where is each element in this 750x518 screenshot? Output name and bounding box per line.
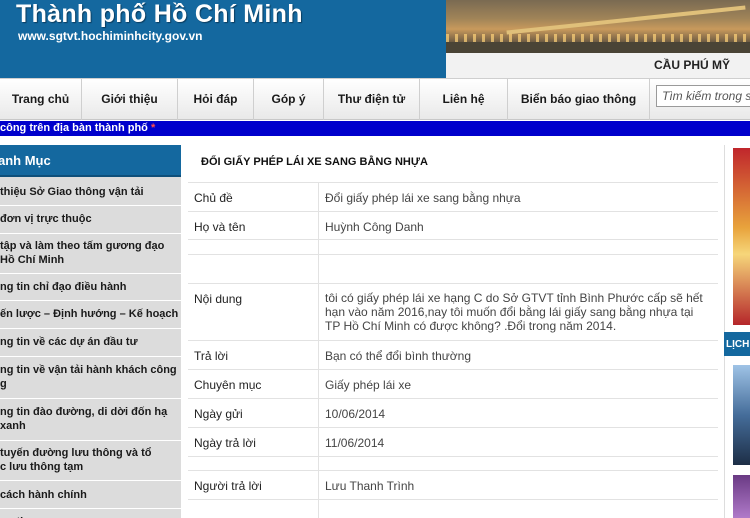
row-tra-loi: Trả lời Bạn có thể đổi bình thường <box>188 340 718 369</box>
news-thumbnail[interactable] <box>733 365 750 465</box>
row-separator <box>318 370 319 398</box>
row-ho-va-ten: Họ và tên Huỳnh Công Danh <box>188 211 718 239</box>
nav-gioi-thieu[interactable]: Giới thiệu <box>82 79 178 120</box>
row-empty-1 <box>188 239 718 254</box>
header-photo <box>446 0 750 53</box>
site-title[interactable]: Thành phố Hồ Chí Minh <box>16 0 303 29</box>
ticker-text[interactable]: công trên địa bàn thành phố * <box>0 122 155 134</box>
banner-thumbnail[interactable] <box>733 148 750 325</box>
news-thumbnail-2[interactable] <box>733 475 750 518</box>
ticker-headline: công trên địa bàn thành phố <box>0 122 148 134</box>
nav-hoi-dap[interactable]: Hỏi đáp <box>178 79 254 120</box>
question-title: ĐỔI GIẤY PHÉP LÁI XE SANG BẰNG NHỰA <box>201 156 428 168</box>
menu-item-hoc-tap-lam-theo[interactable]: tập và làm theo tấm gương đạo Hồ Chí Min… <box>0 234 181 274</box>
label-ngay-gui: Ngày gửi <box>194 407 243 421</box>
value-ngay-gui: 10/06/2014 <box>325 407 386 421</box>
row-ngay-tra-loi: Ngày trả lời 11/06/2014 <box>188 427 718 456</box>
ticker-star: * <box>150 122 156 134</box>
row-separator <box>318 428 319 456</box>
row-separator <box>318 183 319 211</box>
row-ngay-gui: Ngày gửi 10/06/2014 <box>188 398 718 427</box>
row-separator <box>318 284 319 340</box>
nav-thu-dien-tu[interactable]: Thư điện tử <box>324 79 420 120</box>
menu-item-dao-duong[interactable]: ng tin đào đường, di dời đốn hạ xanh <box>0 399 181 441</box>
value-tra-loi: Bạn có thể đổi bình thường <box>325 349 472 363</box>
category-menu: anh Mục thiệu Sở Giao thông vận tải đơn … <box>0 145 181 518</box>
value-nguoi-tra-loi: Lưu Thanh Trình <box>325 479 415 493</box>
nav-lien-he[interactable]: Liên hệ <box>420 79 508 120</box>
city-lights-graphic <box>446 34 750 42</box>
menu-title: anh Mục <box>0 153 51 168</box>
menu-item-chi-dao-dieu-hanh[interactable]: ng tin chỉ đạo điều hành <box>0 274 181 301</box>
nav-trang-chu[interactable]: Trang chủ <box>0 79 82 120</box>
site-url[interactable]: www.sgtvt.hochiminhcity.gov.vn <box>18 29 202 43</box>
row-noi-dung: Nội dung tôi có giấy phép lái xe hạng C … <box>188 283 718 340</box>
menu-item-don-vi-truc-thuoc[interactable]: đơn vị trực thuộc <box>0 206 181 234</box>
row-separator <box>318 471 319 499</box>
label-tra-loi: Trả lời <box>194 349 229 363</box>
row-nguoi-tra-loi: Người trả lời Lưu Thanh Trình <box>188 470 718 499</box>
row-chuyen-muc: Chuyên mục Giấy phép lái xe <box>188 369 718 398</box>
menu-item-more[interactable]: ng tin... <box>0 509 181 518</box>
menu-item-tuyen-duong[interactable]: tuyến đường lưu thông và tổ c lưu thông … <box>0 441 181 481</box>
news-ticker: công trên địa bàn thành phố * <box>0 121 750 136</box>
page: Thành phố Hồ Chí Minh www.sgtvt.hochimin… <box>0 0 750 518</box>
label-ho-va-ten: Họ và tên <box>194 220 246 234</box>
nav-gop-y[interactable]: Góp ý <box>254 79 324 120</box>
value-chuyen-muc: Giấy phép lái xe <box>325 378 412 392</box>
row-separator <box>318 399 319 427</box>
label-nguoi-tra-loi: Người trả lời <box>194 479 262 493</box>
menu-item-du-an-dau-tu[interactable]: ng tin về các dự án đầu tư <box>0 329 181 357</box>
bridge-graphic <box>506 5 746 35</box>
label-chuyen-muc: Chuyên mục <box>194 378 262 392</box>
search-input[interactable] <box>656 85 750 107</box>
value-ngay-tra-loi: 11/06/2014 <box>325 436 385 450</box>
label-ngay-tra-loi: Ngày trả lời <box>194 436 256 450</box>
calendar-section-label: LỊCH <box>726 339 750 350</box>
menu-item-gioi-thieu-so[interactable]: thiệu Sở Giao thông vận tải <box>0 179 181 206</box>
menu-item-cai-cach-hanh-chinh[interactable]: cách hành chính <box>0 481 181 509</box>
main-nav: Trang chủ Giới thiệu Hỏi đáp Góp ý Thư đ… <box>0 78 750 120</box>
label-noi-dung: Nội dung <box>194 292 243 306</box>
row-chu-de: Chủ đề Đổi giấy phép lái xe sang bằng nh… <box>188 182 718 211</box>
row-separator <box>318 500 319 518</box>
label-chu-de: Chủ đề <box>194 191 233 205</box>
menu-item-chien-luoc[interactable]: ến lược – Định hướng – Kế hoạch <box>0 301 181 329</box>
row-separator <box>318 341 319 369</box>
menu-item-van-tai-hanh-khach[interactable]: ng tin về vận tải hành khách công g <box>0 357 181 399</box>
row-separator <box>318 212 319 239</box>
value-ho-va-ten: Huỳnh Công Danh <box>325 220 424 234</box>
menu-header: anh Mục <box>0 145 181 177</box>
photo-caption: CẦU PHÚ MỸ <box>653 58 730 72</box>
value-noi-dung: tôi có giấy phép lái xe hạng C do Sở GTV… <box>325 291 703 333</box>
river-graphic <box>446 42 750 53</box>
row-separator <box>318 457 319 470</box>
nav-bien-bao-giao-thong[interactable]: Biển báo giao thông <box>508 79 650 120</box>
row-empty-3 <box>188 456 718 470</box>
row-separator <box>318 240 319 254</box>
row-empty-2 <box>188 254 718 283</box>
row-separator <box>318 255 319 283</box>
value-chu-de: Đổi giấy phép lái xe sang bằng nhựa <box>325 191 521 205</box>
row-bottom <box>188 499 718 518</box>
